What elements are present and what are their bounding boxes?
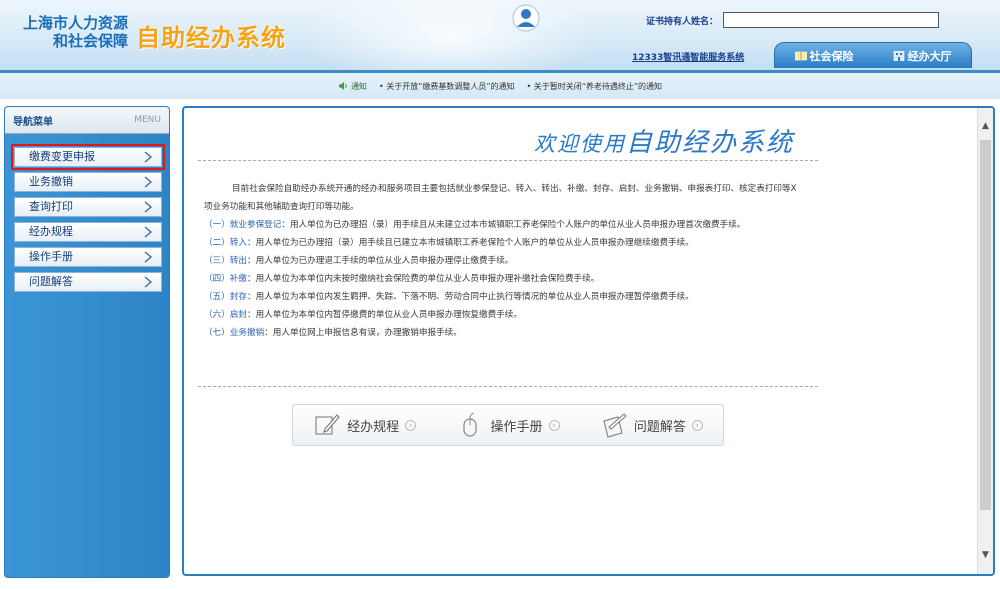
tab-service-hall[interactable]: 经办大厅	[893, 48, 952, 64]
item-line: （四）补缴：用人单位为本单位内未按时缴纳社会保险费的单位从业人员申报办理补缴社会…	[204, 270, 804, 288]
item-text: ：用人单位网上申报信息有误，办理撤销申报手续。	[264, 328, 462, 338]
cert-holder-label: 证书持有人姓名：	[646, 17, 719, 27]
notice-link-2[interactable]: • 关于暂时关闭“养老待遇终止”的通知	[527, 81, 663, 92]
divider-bottom	[198, 386, 818, 387]
shortcut-label: 问题解答	[633, 419, 686, 435]
mouse-icon	[463, 412, 478, 437]
arrow-dot-icon: ›	[405, 419, 417, 431]
cert-holder-field[interactable]	[723, 12, 939, 28]
sidebar-menu: 缴费变更申报 业务撤销 查询打印 经办规程 操作手册 问题解答	[5, 144, 169, 292]
item-line: （一）就业参保登记：用人单位为已办理招（录）用手续且从未建立过本市城镇职工养老保…	[204, 216, 804, 234]
sidebar-item-contribution-change[interactable]: 缴费变更申报	[11, 144, 165, 170]
item-text: ：用人单位为本单位内发生羁押、失踪、下落不明、劳动合同中止执行等情况的单位从业人…	[246, 292, 694, 302]
chevron-right-icon	[144, 201, 153, 213]
notice-link-1[interactable]: • 关于开放“缴费基数调整人员”的通知	[379, 81, 515, 92]
item-label: （七）业务撤销	[204, 328, 265, 338]
item-line: （二）转入：用人单位为已办理招（录）用手续且已建立本市城镇职工养老保险个人账户的…	[204, 234, 804, 252]
scroll-thumb[interactable]	[980, 140, 991, 510]
sidebar-item-label: 业务撤销	[29, 175, 73, 188]
chevron-right-icon	[144, 251, 153, 263]
arrow-dot-icon: ›	[691, 419, 703, 431]
item-text: ：用人单位为已办理招（录）用手续且从未建立过本市城镇职工养老保险个人账户的单位从…	[281, 220, 746, 230]
book-icon	[794, 51, 807, 60]
sidebar-item-label: 缴费变更申报	[29, 150, 95, 163]
sidebar-item-procedures[interactable]: 经办规程	[14, 222, 162, 242]
shortcut-manual[interactable]: 操作手册 ›	[456, 411, 560, 439]
speaker-icon	[338, 82, 347, 90]
app-title: 自助经办系统	[136, 24, 286, 52]
shortcut-label: 操作手册	[490, 419, 543, 435]
item-label: （二）转入	[204, 238, 247, 248]
item-text: ：用人单位为已办理招（录）用手续且已建立本市城镇职工养老保险个人账户的单位从业人…	[246, 238, 694, 248]
shortcut-faq[interactable]: 问题解答 ›	[600, 411, 703, 439]
org-name-line2: 和社会保障	[52, 32, 128, 50]
tab-label: 社会保险	[809, 49, 854, 63]
scroll-up-icon[interactable]: ▲	[981, 122, 990, 131]
notice-bar: 通知 • 关于开放“缴费基数调整人员”的通知 • 关于暂时关闭“养老待遇终止”的…	[0, 73, 1000, 99]
header: 上海市人力资源 和社会保障 自助经办系统 证书持有人姓名： 12333智讯通智能…	[0, 0, 1000, 73]
item-label: （四）补缴	[204, 274, 247, 284]
item-line: （六）启封：用人单位为本单位内暂停缴费的单位从业人员申报办理恢复缴费手续。	[204, 306, 804, 324]
sidebar-title-en: MENU	[134, 115, 161, 125]
vertical-scrollbar[interactable]: ▲ ▼	[977, 108, 993, 574]
org-name-line1: 上海市人力资源	[22, 14, 128, 32]
building-icon	[893, 50, 904, 61]
notice-head-label: 通知	[350, 81, 367, 91]
divider-top	[198, 160, 818, 161]
shortcut-procedures[interactable]: 经办规程 ›	[313, 411, 417, 439]
sidebar-item-business-revoke[interactable]: 业务撤销	[14, 172, 162, 192]
sidebar-item-query-print[interactable]: 查询打印	[14, 197, 162, 217]
item-line: （三）转出：用人单位为已办理退工手续的单位从业人员申报办理停止缴费手续。	[204, 252, 804, 270]
tab-social-insurance[interactable]: 社会保险	[794, 48, 854, 64]
chevron-right-icon	[144, 151, 153, 163]
main-panel: 欢迎使用自助经办系统 目前社会保险自助经办系统开通的经办和服务项目主要包括就业参…	[182, 106, 995, 576]
shortcut-bar: 经办规程 › 操作手册 › 问题解答 ›	[292, 404, 724, 446]
top-tabs: 社会保险 经办大厅	[774, 42, 972, 68]
sidebar-item-faq[interactable]: 问题解答	[14, 272, 162, 292]
item-label: （五）封存	[204, 292, 247, 302]
sidebar-item-label: 经办规程	[29, 225, 73, 238]
item-text: ：用人单位为本单位内未按时缴纳社会保险费的单位从业人员申报办理补缴社会保险费手续…	[246, 274, 600, 284]
scroll-down-icon[interactable]: ▼	[981, 551, 990, 560]
welcome-heading: 欢迎使用自助经办系统	[184, 122, 794, 159]
sidebar-item-label: 操作手册	[29, 250, 73, 263]
sidebar-item-manual[interactable]: 操作手册	[14, 247, 162, 267]
item-line: （五）封存：用人单位为本单位内发生羁押、失踪、下落不明、劳动合同中止执行等情况的…	[204, 288, 804, 306]
arrow-dot-icon: ›	[548, 419, 560, 431]
item-label: （一）就业参保登记	[204, 220, 282, 230]
item-line: （七）业务撤销：用人单位网上申报信息有误，办理撤销申报手续。	[204, 324, 804, 342]
chevron-right-icon	[144, 276, 153, 288]
sidebar-header: 导航菜单 MENU	[5, 107, 169, 134]
sidebar: 导航菜单 MENU 缴费变更申报 业务撤销 查询打印 经办规程 操作手册 问题解…	[4, 106, 170, 578]
sidebar-title: 导航菜单	[13, 116, 53, 128]
welcome-prefix: 欢迎使用	[533, 132, 626, 156]
tab-label: 经办大厅	[907, 49, 952, 63]
sidebar-item-label: 问题解答	[29, 275, 73, 288]
item-label: （六）启封	[204, 310, 247, 320]
chevron-right-icon	[144, 226, 153, 238]
item-label: （三）转出	[204, 256, 247, 266]
org-name: 上海市人力资源 和社会保障	[16, 14, 128, 50]
item-text: ：用人单位为已办理退工手续的单位从业人员申报办理停止缴费手续。	[246, 256, 514, 266]
user-icon	[512, 4, 540, 32]
chevron-right-icon	[144, 176, 153, 188]
description: 目前社会保险自助经办系统开通的经办和服务项目主要包括就业参保登记、转入、转出、补…	[204, 180, 804, 342]
item-text: ：用人单位为本单位内暂停缴费的单位从业人员申报办理恢复缴费手续。	[246, 310, 522, 320]
pen-icon	[315, 414, 340, 435]
shortcut-label: 经办规程	[347, 419, 400, 435]
welcome-title: 自助经办系统	[625, 128, 794, 158]
notice-head: 通知	[338, 81, 367, 92]
intro-paragraph: 目前社会保险自助经办系统开通的经办和服务项目主要包括就业参保登记、转入、转出、补…	[204, 184, 797, 212]
pencil-note-icon	[603, 413, 627, 438]
service-system-link[interactable]: 12333智讯通智能服务系统	[632, 50, 744, 63]
sidebar-item-label: 查询打印	[29, 200, 73, 213]
